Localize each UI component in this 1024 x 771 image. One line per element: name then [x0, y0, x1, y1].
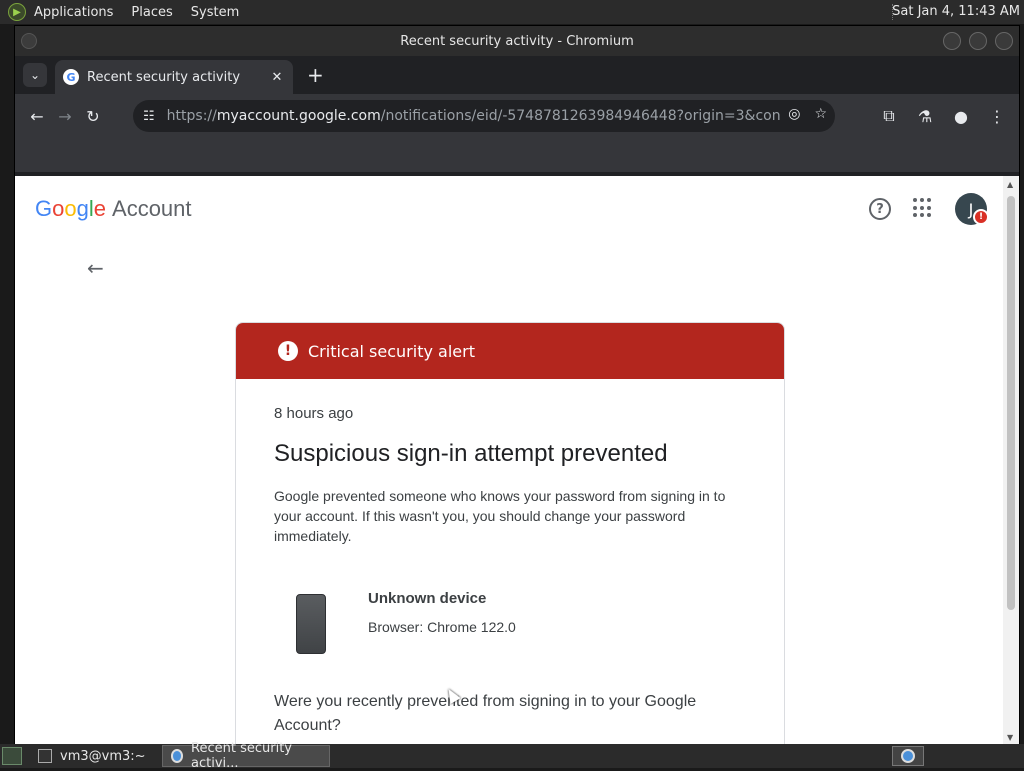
back-icon[interactable]: ← [23, 102, 51, 130]
chromium-icon [170, 749, 184, 763]
google-favicon-icon: G [63, 69, 79, 85]
alert-exclamation-icon: ! [278, 341, 298, 361]
bookmark-star-icon[interactable]: ☆ [814, 106, 827, 122]
labs-flask-icon[interactable]: ⚗ [911, 102, 939, 130]
desktop-taskbar: vm3@vm3:~ Recent security activi... [0, 741, 1024, 771]
profile-icon[interactable]: ● [947, 102, 975, 130]
back-arrow-icon[interactable]: ← [87, 256, 104, 280]
logo-letter: o [52, 196, 65, 221]
minimize-button[interactable] [943, 32, 961, 50]
phone-device-icon [296, 594, 326, 654]
extensions-icon[interactable]: ⧉ [875, 102, 903, 130]
tray-chromium[interactable] [892, 746, 924, 766]
help-icon[interactable]: ? [869, 198, 891, 220]
taskbar-terminal-label: vm3@vm3:~ [60, 748, 146, 764]
alert-time: 8 hours ago [274, 405, 354, 422]
url-host: myaccount.google.com [216, 108, 381, 124]
url-prefix: https:// [166, 108, 217, 124]
avatar-alert-badge-icon: ! [973, 209, 989, 225]
alert-headline: Suspicious sign-in attempt prevented [274, 440, 668, 467]
scroll-up-icon[interactable]: ▲ [1007, 180, 1013, 189]
panel-clock[interactable]: Sat Jan 4, 11:43 AM [892, 4, 1020, 19]
bookmarks-bar [15, 138, 1019, 172]
scrollbar-thumb[interactable] [1007, 196, 1015, 610]
forward-icon[interactable]: → [51, 102, 79, 130]
taskbar-chromium[interactable]: Recent security activi... [161, 741, 330, 771]
logo-account-text: Account [112, 196, 192, 221]
distro-logo-icon[interactable]: ▶ [8, 3, 26, 21]
logo-letter: o [64, 196, 77, 221]
tray-chromium-icon [901, 749, 915, 763]
device-info-row: Unknown device Browser: Chrome 122.0 [274, 582, 746, 654]
tab-recent-security-activity[interactable]: G Recent security activity ✕ [55, 60, 293, 94]
places-menu[interactable]: Places [131, 5, 172, 20]
device-browser: Browser: Chrome 122.0 [368, 619, 516, 635]
eye-off-icon[interactable]: ◎ [788, 106, 800, 122]
browser-window: Recent security activity - Chromium ⌄ G … [14, 25, 1020, 746]
scroll-down-icon[interactable]: ▼ [1007, 733, 1013, 742]
taskbar-terminal[interactable]: vm3@vm3:~ [30, 745, 154, 767]
system-menu[interactable]: System [191, 5, 239, 20]
tab-search-icon[interactable]: ⌄ [23, 63, 47, 87]
device-name: Unknown device [368, 590, 487, 607]
address-bar[interactable]: ☷ https:// myaccount.google.com /notific… [133, 100, 835, 132]
desktop-top-panel: ▶ Applications Places System Sat Jan 4, … [0, 0, 1024, 24]
site-info-icon[interactable]: ☷ [143, 109, 155, 124]
window-titlebar[interactable]: Recent security activity - Chromium [15, 26, 1019, 56]
reload-icon[interactable]: ↻ [79, 102, 107, 130]
google-account-logo[interactable]: G o o g l e Account [35, 196, 192, 222]
alert-description: Google prevented someone who knows your … [274, 488, 726, 544]
close-window-button[interactable] [995, 32, 1013, 50]
apps-grid-icon[interactable] [913, 198, 933, 218]
window-menu-button[interactable] [21, 33, 37, 49]
security-alert-card: ! Critical security alert 8 hours ago Su… [235, 322, 785, 746]
tab-title: Recent security activity [87, 69, 241, 85]
alert-banner-text: Critical security alert [308, 341, 475, 361]
url-path: /notifications/eid/-5748781263984946448?… [380, 108, 781, 124]
logo-letter: g [76, 196, 89, 221]
applications-menu[interactable]: Applications [34, 5, 113, 20]
window-title: Recent security activity - Chromium [400, 33, 634, 49]
page-scrollbar[interactable]: ▲ ▼ [1003, 176, 1019, 746]
page-content: G o o g l e Account ? J ! ← ! Critical s… [15, 176, 1005, 746]
alert-banner: ! Critical security alert [236, 323, 784, 379]
terminal-icon [38, 749, 52, 763]
logo-letter: G [35, 196, 53, 221]
show-desktop-button[interactable] [2, 747, 22, 765]
confirmation-question: Were you recently prevented from signing… [274, 693, 697, 734]
tab-close-icon[interactable]: ✕ [269, 70, 285, 85]
browser-toolbar: ← → ↻ ☷ https:// myaccount.google.com /n… [15, 94, 1019, 138]
new-tab-icon[interactable]: + [307, 63, 324, 87]
menu-kebab-icon[interactable]: ⋮ [983, 102, 1011, 130]
tab-strip: ⌄ G Recent security activity ✕ + [15, 56, 1019, 94]
taskbar-chromium-label: Recent security activi... [191, 741, 292, 771]
maximize-button[interactable] [969, 32, 987, 50]
logo-letter: e [93, 196, 107, 221]
